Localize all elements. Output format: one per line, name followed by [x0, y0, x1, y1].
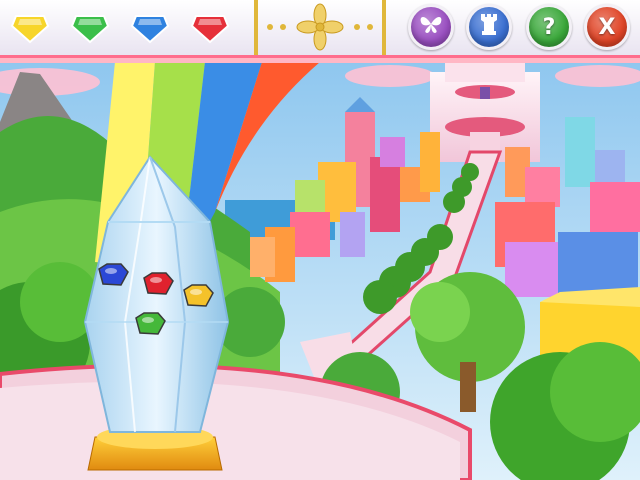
question-icon: ?: [542, 14, 556, 40]
top-toolbar: ? X: [0, 0, 640, 63]
butterfly-icon: [419, 14, 443, 40]
green-gem-icon: [70, 15, 110, 44]
blue-gem-slot[interactable]: [130, 8, 170, 46]
help-button[interactable]: ?: [526, 4, 572, 50]
green-gem-slot[interactable]: [70, 8, 110, 46]
yellow-gem-slot[interactable]: [10, 8, 50, 46]
castle-button[interactable]: [466, 4, 512, 50]
game-screen: ? X: [0, 0, 640, 480]
yellow-gem-icon: [10, 15, 50, 44]
blue-gem-icon: [130, 15, 170, 44]
red-gem-icon: [190, 15, 230, 44]
castle-rook-icon: [479, 12, 499, 42]
close-icon: X: [598, 14, 616, 40]
red-gem-slot[interactable]: [190, 8, 230, 46]
close-button[interactable]: X: [584, 4, 630, 50]
butterfly-button[interactable]: [408, 4, 454, 50]
ornament-flower-icon: [254, 0, 386, 55]
rainbow-kingdom-scene: [0, 62, 640, 480]
